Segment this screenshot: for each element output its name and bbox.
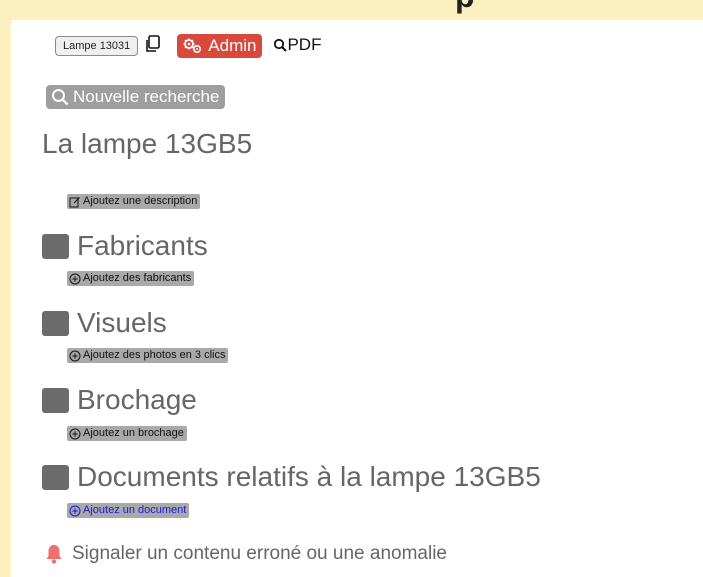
section-square-icon: [42, 464, 69, 490]
new-search-label: Nouvelle recherche: [73, 87, 220, 106]
search-icon: [52, 89, 69, 106]
section-title: Documents relatifs à la lampe 13GB5: [77, 461, 541, 492]
plus-circle-icon: [69, 350, 81, 361]
section-action-label: Ajoutez des fabricants: [83, 272, 192, 284]
admin-button[interactable]: Admin: [177, 34, 263, 58]
section-fabricants: Fabricants: [42, 230, 208, 262]
section-documents: Documents relatifs à la lampe 13GB5: [42, 461, 541, 493]
banner-fragment: p: [455, 0, 475, 15]
toolbar: Lampe 13031 Admin PDF: [55, 34, 321, 58]
plus-circle-icon: [69, 505, 81, 516]
pdf-label: PDF: [287, 34, 322, 54]
report-label: Signaler un contenu erroné ou une anomal…: [72, 543, 447, 564]
item-id-badge: Lampe 13031: [55, 36, 139, 56]
section-title: Fabricants: [77, 230, 208, 261]
section-square-icon: [42, 233, 69, 259]
search-icon: [274, 38, 288, 52]
add-document-button[interactable]: Ajoutez un document: [67, 503, 190, 518]
admin-label: Admin: [208, 36, 257, 55]
page-title: La lampe 13GB5: [42, 128, 253, 159]
new-search-button[interactable]: Nouvelle recherche: [46, 85, 226, 109]
add-photos-button[interactable]: Ajoutez des photos en 3 clics: [67, 348, 229, 363]
plus-circle-icon: [69, 428, 81, 439]
section-square-icon: [42, 387, 69, 413]
section-title: Visuels: [77, 307, 167, 338]
bell-icon: [46, 545, 62, 564]
section-action-label: Ajoutez un document: [83, 504, 187, 516]
section-visuels: Visuels: [42, 307, 167, 339]
pdf-link[interactable]: PDF: [273, 35, 321, 55]
section-title: Brochage: [77, 384, 197, 415]
gears-icon: [183, 38, 202, 54]
add-description-label: Ajoutez une description: [83, 195, 198, 207]
add-manufacturers-button[interactable]: Ajoutez des fabricants: [67, 271, 195, 286]
section-brochage: Brochage: [42, 384, 197, 416]
main-panel: Lampe 13031 Admin PDF Nouvelle recherche…: [11, 20, 703, 577]
top-banner: p: [0, 0, 703, 20]
section-action-label: Ajoutez un brochage: [83, 427, 184, 439]
copy-icon[interactable]: [143, 34, 163, 54]
report-anomaly-link[interactable]: Signaler un contenu erroné ou une anomal…: [44, 543, 447, 565]
section-action-label: Ajoutez des photos en 3 clics: [83, 349, 226, 361]
add-description-button[interactable]: Ajoutez une description: [67, 194, 201, 209]
plus-circle-icon: [69, 273, 81, 284]
add-pinout-button[interactable]: Ajoutez un brochage: [67, 426, 187, 441]
edit-icon: [69, 196, 80, 207]
section-square-icon: [42, 310, 69, 336]
